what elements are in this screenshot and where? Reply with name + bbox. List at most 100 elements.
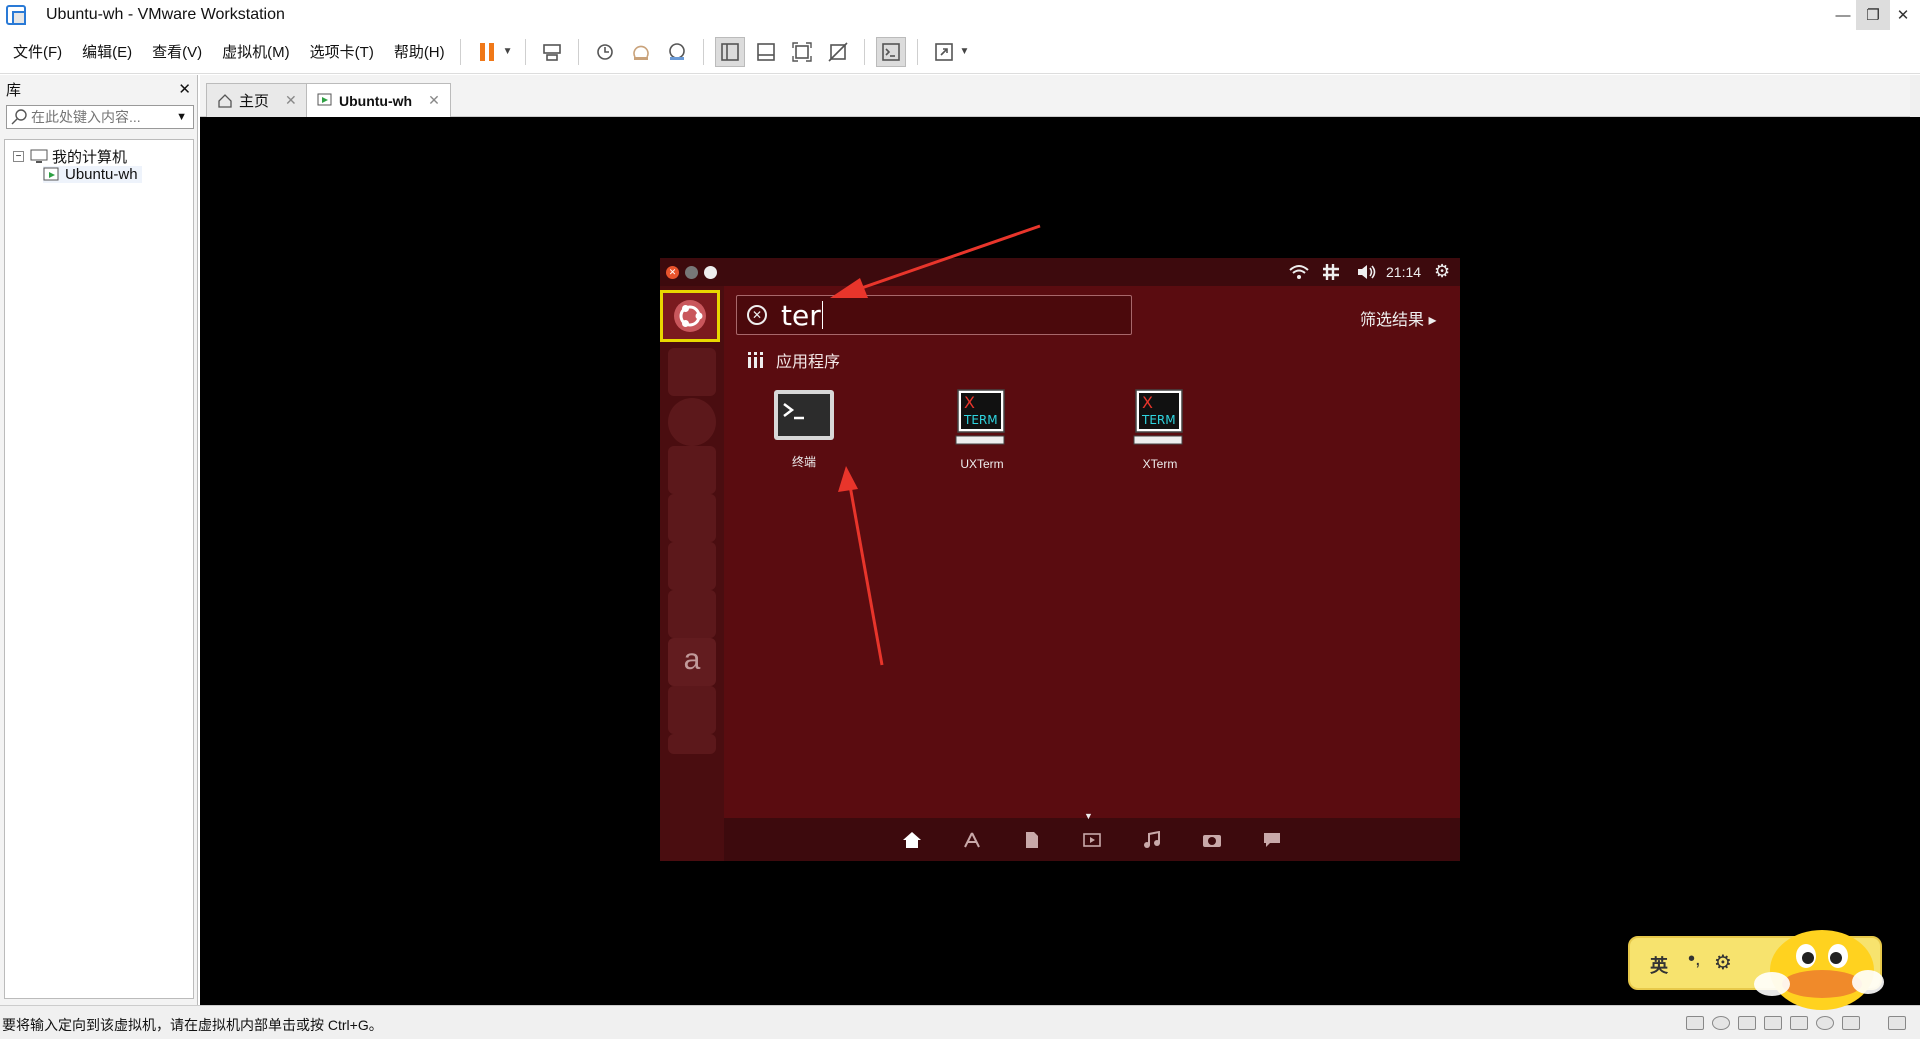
search-dropdown-icon[interactable]: ▼ bbox=[176, 111, 187, 123]
search-icon bbox=[11, 109, 27, 125]
close-button[interactable]: ✕ bbox=[1886, 0, 1920, 30]
dash-minimize-icon[interactable] bbox=[685, 266, 698, 279]
tab-home[interactable]: 主页 ✕ bbox=[206, 83, 308, 117]
launcher-settings-icon[interactable] bbox=[668, 686, 716, 734]
wifi-icon[interactable] bbox=[1288, 264, 1310, 280]
unity-icon bbox=[827, 41, 848, 62]
show-library-button[interactable] bbox=[714, 36, 745, 67]
hard-disk-status-icon[interactable] bbox=[1686, 1016, 1704, 1030]
revert-icon bbox=[632, 45, 649, 60]
app-terminal[interactable]: 终端 bbox=[744, 388, 864, 470]
clock[interactable]: 21:14 bbox=[1386, 264, 1421, 280]
tab-ubuntu-wh[interactable]: Ubuntu-wh ✕ bbox=[306, 83, 451, 117]
stretch-dropdown-icon[interactable]: ▼ bbox=[960, 46, 970, 57]
console-view-button[interactable] bbox=[875, 36, 906, 67]
files-lens-icon[interactable] bbox=[1022, 830, 1042, 850]
minimize-button[interactable]: — bbox=[1826, 0, 1860, 30]
unity-mode-button[interactable] bbox=[823, 37, 853, 67]
printer-status-icon[interactable] bbox=[1764, 1016, 1782, 1030]
launcher-impress-icon[interactable] bbox=[668, 542, 716, 590]
thumbnail-layout-icon bbox=[756, 42, 775, 61]
home-icon bbox=[218, 93, 232, 108]
send-ctrl-alt-del-button[interactable] bbox=[537, 37, 567, 67]
music-lens-icon[interactable] bbox=[1142, 830, 1162, 850]
applications-section-label: 应用程序 bbox=[776, 354, 841, 371]
ubuntu-desktop[interactable]: ✕ 21:14 ⚙ a ✕ ter 筛选结果 ▸ 应用程序 终端 XTERM bbox=[660, 258, 1460, 861]
tab-ubuntu-wh-close-icon[interactable]: ✕ bbox=[428, 92, 440, 109]
xterm-term-glyph: TERM bbox=[963, 413, 998, 427]
network-status-icon[interactable] bbox=[1738, 1016, 1756, 1030]
ime-settings-icon[interactable]: ⚙ bbox=[1714, 950, 1732, 975]
tree-item-ubuntu-wh[interactable]: Ubuntu-wh bbox=[43, 166, 142, 183]
launcher-software-center-icon[interactable] bbox=[668, 590, 716, 638]
menu-vm[interactable]: 虚拟机(M) bbox=[215, 41, 297, 62]
ime-punctuation-toggle[interactable]: •, bbox=[1688, 948, 1701, 971]
launcher-firefox-icon[interactable] bbox=[668, 398, 716, 446]
message-log-icon[interactable] bbox=[1888, 1016, 1906, 1030]
sound-status-icon[interactable] bbox=[1790, 1016, 1808, 1030]
menu-toolbar: 文件(F) 编辑(E) 查看(V) 虚拟机(M) 选项卡(T) 帮助(H) ▼ … bbox=[0, 30, 1920, 74]
pause-icon bbox=[479, 42, 494, 61]
library-search-input[interactable] bbox=[31, 109, 161, 125]
restore-button[interactable]: ❐ bbox=[1856, 0, 1890, 30]
filter-results-button[interactable]: 筛选结果 ▸ bbox=[1360, 306, 1436, 330]
snapshot-button[interactable] bbox=[590, 37, 620, 67]
dash-close-icon[interactable]: ✕ bbox=[666, 266, 679, 279]
social-lens-icon[interactable] bbox=[1262, 830, 1282, 850]
unity-launcher: a bbox=[660, 286, 724, 861]
revert-snapshot-button[interactable] bbox=[626, 37, 656, 67]
toolbar-separator bbox=[916, 38, 918, 65]
toolbar-separator bbox=[863, 38, 865, 65]
photos-lens-icon[interactable] bbox=[1202, 830, 1222, 850]
menu-tabs[interactable]: 选项卡(T) bbox=[303, 41, 381, 62]
dash-search-box[interactable]: ✕ ter bbox=[736, 295, 1132, 335]
dash-lens-bar bbox=[724, 818, 1460, 861]
library-layout-icon bbox=[720, 42, 739, 61]
cd-dvd-status-icon[interactable] bbox=[1712, 1016, 1730, 1030]
uxterm-icon: XTERM bbox=[955, 389, 1005, 445]
home-lens-icon[interactable] bbox=[902, 830, 922, 850]
tree-item-my-computer[interactable]: − 我的计算机 bbox=[13, 146, 127, 167]
menu-edit[interactable]: 编辑(E) bbox=[75, 41, 139, 62]
toolbar-separator bbox=[577, 38, 579, 65]
ubuntu-logo-icon bbox=[674, 300, 706, 332]
launcher-files-icon[interactable] bbox=[668, 348, 716, 396]
usb-status-icon[interactable] bbox=[1816, 1016, 1834, 1030]
app-uxterm[interactable]: X TERM UXTerm bbox=[922, 388, 1042, 471]
collapse-icon[interactable]: − bbox=[13, 151, 24, 162]
system-gear-icon[interactable]: ⚙ bbox=[1434, 261, 1450, 282]
pause-button[interactable] bbox=[472, 37, 502, 67]
full-screen-button[interactable] bbox=[787, 37, 817, 67]
ime-language-toggle[interactable]: 英 bbox=[1650, 952, 1668, 978]
vm-running-icon bbox=[43, 167, 59, 180]
menu-file[interactable]: 文件(F) bbox=[6, 41, 69, 62]
keyboard-input-icon[interactable] bbox=[1322, 263, 1340, 281]
launcher-trash-icon[interactable] bbox=[668, 734, 716, 754]
dash-home-button[interactable] bbox=[660, 290, 720, 342]
app-xterm[interactable]: X TERM XTerm bbox=[1100, 388, 1220, 471]
snapshot-clock-icon bbox=[596, 43, 613, 60]
library-close-button[interactable]: ✕ bbox=[178, 80, 191, 98]
launcher-amazon-icon[interactable]: a bbox=[668, 638, 716, 686]
library-search[interactable]: ▼ bbox=[6, 105, 194, 129]
applications-lens-tab-icon[interactable] bbox=[962, 830, 982, 850]
library-title: 库 bbox=[6, 81, 22, 99]
clear-search-icon[interactable]: ✕ bbox=[747, 305, 767, 325]
tab-home-close-icon[interactable]: ✕ bbox=[285, 92, 297, 109]
stretch-button[interactable] bbox=[929, 37, 959, 67]
pause-dropdown-icon[interactable]: ▼ bbox=[503, 46, 513, 57]
launcher-writer-icon[interactable] bbox=[668, 446, 716, 494]
applications-lens-icon bbox=[748, 352, 763, 368]
video-lens-icon[interactable] bbox=[1082, 830, 1102, 850]
menu-view[interactable]: 查看(V) bbox=[145, 41, 209, 62]
lens-indicator-icon: ▼ bbox=[1084, 811, 1093, 821]
menu-help[interactable]: 帮助(H) bbox=[387, 41, 452, 62]
volume-icon[interactable] bbox=[1356, 264, 1378, 280]
snapshot-manager-button[interactable] bbox=[662, 37, 692, 67]
dash-search-query[interactable]: ter bbox=[781, 299, 821, 332]
thumbnail-bar-button[interactable] bbox=[751, 37, 781, 67]
xterm-x-glyph: X bbox=[1142, 393, 1153, 412]
dash-maximize-icon[interactable] bbox=[704, 266, 717, 279]
launcher-calc-icon[interactable] bbox=[668, 494, 716, 542]
display-status-icon[interactable] bbox=[1842, 1016, 1860, 1030]
